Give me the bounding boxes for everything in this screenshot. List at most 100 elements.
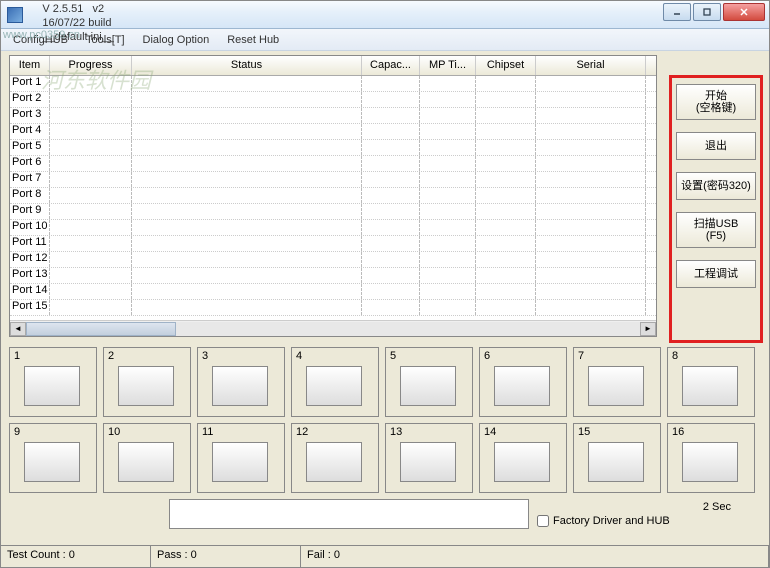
slot-box[interactable] xyxy=(118,442,174,482)
exit-button[interactable]: 退出 xyxy=(676,132,756,160)
table-row[interactable]: Port 13 xyxy=(10,268,656,284)
col-serial[interactable]: Serial xyxy=(536,56,646,75)
cell-chip xyxy=(476,156,536,171)
slot-box[interactable] xyxy=(682,366,738,406)
port-table: Item Progress Status Capac... MP Ti... C… xyxy=(9,55,657,337)
table-row[interactable]: Port 3 xyxy=(10,108,656,124)
col-chipset[interactable]: Chipset xyxy=(476,56,536,75)
cell-status xyxy=(132,76,362,91)
app-icon xyxy=(7,7,23,23)
table-row[interactable]: Port 9 xyxy=(10,204,656,220)
table-row[interactable]: Port 12 xyxy=(10,252,656,268)
slot-number: 15 xyxy=(578,426,590,438)
scroll-left-arrow[interactable]: ◄ xyxy=(10,322,26,336)
slot-13: 13 xyxy=(385,423,473,493)
cell-mpt xyxy=(420,268,476,283)
col-item[interactable]: Item xyxy=(10,56,50,75)
minimize-button[interactable] xyxy=(663,3,691,21)
scan-label: 扫描USB xyxy=(694,218,739,230)
cell-status xyxy=(132,140,362,155)
factory-driver-input[interactable] xyxy=(537,515,549,527)
slot-box[interactable] xyxy=(24,366,80,406)
factory-driver-checkbox[interactable]: Factory Driver and HUB xyxy=(537,515,670,527)
slot-box[interactable] xyxy=(494,442,550,482)
slot-box[interactable] xyxy=(118,366,174,406)
slot-box[interactable] xyxy=(212,442,268,482)
horizontal-scrollbar[interactable]: ◄ ► xyxy=(10,320,656,336)
side-button-panel: 开始 (空格键) 退出 设置(密码320) 扫描USB (F5) 工程调试 xyxy=(669,75,763,343)
close-button[interactable] xyxy=(723,3,765,21)
cell-serial xyxy=(536,156,646,171)
cell-status xyxy=(132,108,362,123)
slot-box[interactable] xyxy=(24,442,80,482)
col-progress[interactable]: Progress xyxy=(50,56,132,75)
col-mptime[interactable]: MP Ti... xyxy=(420,56,476,75)
cell-chip xyxy=(476,252,536,267)
start-hint: (空格键) xyxy=(696,102,736,114)
slot-number: 11 xyxy=(202,426,213,438)
slot-box[interactable] xyxy=(588,366,644,406)
scan-usb-button[interactable]: 扫描USB (F5) xyxy=(676,212,756,248)
slot-box[interactable] xyxy=(588,442,644,482)
table-row[interactable]: Port 6 xyxy=(10,156,656,172)
slot-box[interactable] xyxy=(306,442,362,482)
slot-box[interactable] xyxy=(682,442,738,482)
cell-item: Port 15 xyxy=(10,300,50,315)
cell-status xyxy=(132,268,362,283)
scroll-track[interactable] xyxy=(26,322,640,336)
table-row[interactable]: Port 11 xyxy=(10,236,656,252)
slot-14: 14 xyxy=(479,423,567,493)
slot-box[interactable] xyxy=(212,366,268,406)
slot-box[interactable] xyxy=(400,442,456,482)
cell-prog xyxy=(50,268,132,283)
cell-prog xyxy=(50,284,132,299)
cell-serial xyxy=(536,284,646,299)
slot-number: 5 xyxy=(390,350,396,362)
scroll-thumb[interactable] xyxy=(26,322,176,336)
table-row[interactable]: Port 5 xyxy=(10,140,656,156)
slot-box[interactable] xyxy=(400,366,456,406)
cell-mpt xyxy=(420,188,476,203)
cell-mpt xyxy=(420,252,476,267)
slot-1: 1 xyxy=(9,347,97,417)
col-capacity[interactable]: Capac... xyxy=(362,56,420,75)
debug-button[interactable]: 工程调试 xyxy=(676,260,756,288)
slot-12: 12 xyxy=(291,423,379,493)
factory-driver-label: Factory Driver and HUB xyxy=(553,515,670,527)
cell-chip xyxy=(476,220,536,235)
cell-mpt xyxy=(420,76,476,91)
start-button[interactable]: 开始 (空格键) xyxy=(676,84,756,120)
cell-mpt xyxy=(420,220,476,235)
table-row[interactable]: Port 10 xyxy=(10,220,656,236)
client-area: Item Progress Status Capac... MP Ti... C… xyxy=(1,51,769,567)
slot-number: 7 xyxy=(578,350,584,362)
table-row[interactable]: Port 2 xyxy=(10,92,656,108)
slot-10: 10 xyxy=(103,423,191,493)
settings-button[interactable]: 设置(密码320) xyxy=(676,172,756,200)
scroll-right-arrow[interactable]: ► xyxy=(640,322,656,336)
table-row[interactable]: Port 1 xyxy=(10,76,656,92)
slot-number: 3 xyxy=(202,350,208,362)
scan-hint: (F5) xyxy=(706,230,726,242)
slot-9: 9 xyxy=(9,423,97,493)
table-row[interactable]: Port 7 xyxy=(10,172,656,188)
col-status[interactable]: Status xyxy=(132,56,362,75)
slot-number: 12 xyxy=(296,426,308,438)
slot-8: 8 xyxy=(667,347,755,417)
maximize-button[interactable] xyxy=(693,3,721,21)
slot-4: 4 xyxy=(291,347,379,417)
table-row[interactable]: Port 15 xyxy=(10,300,656,316)
cell-status xyxy=(132,220,362,235)
cell-cap xyxy=(362,284,420,299)
start-label: 开始 xyxy=(705,90,727,102)
cell-cap xyxy=(362,236,420,251)
table-row[interactable]: Port 4 xyxy=(10,124,656,140)
cell-status xyxy=(132,204,362,219)
table-row[interactable]: Port 14 xyxy=(10,284,656,300)
slot-box[interactable] xyxy=(306,366,362,406)
menu-reset-hub[interactable]: Reset Hub xyxy=(219,32,287,48)
table-row[interactable]: Port 8 xyxy=(10,188,656,204)
slot-box[interactable] xyxy=(494,366,550,406)
cell-serial xyxy=(536,188,646,203)
cell-prog xyxy=(50,76,132,91)
